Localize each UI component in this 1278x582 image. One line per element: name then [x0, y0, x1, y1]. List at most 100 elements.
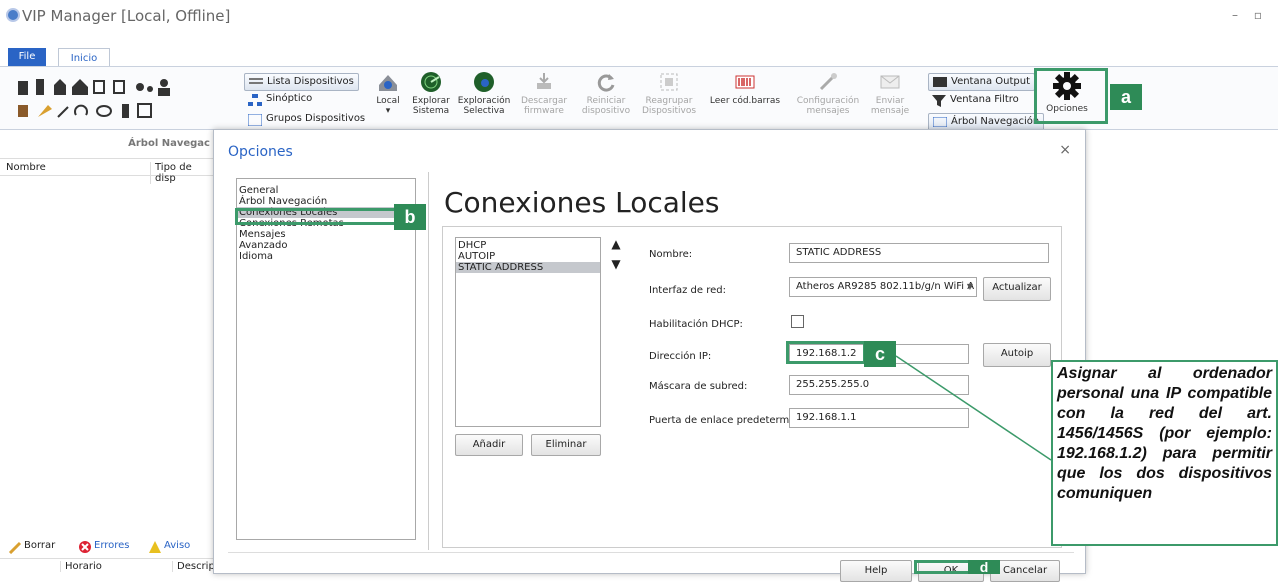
borrar-label: Borrar	[24, 540, 56, 551]
local-dropdown-label: ▾	[385, 106, 391, 116]
sinoptico-icon	[248, 94, 262, 106]
dialog-title: Opciones	[228, 144, 293, 160]
ventana-output-button[interactable]: Ventana Output	[928, 73, 1035, 91]
descargar-firmware-button[interactable]: Descargar firmware	[518, 71, 570, 116]
panel-column-headers: Nombre Tipo de disp	[0, 158, 214, 184]
barcode-icon	[735, 75, 755, 89]
warning-icon	[149, 541, 161, 553]
connection-dhcp[interactable]: DHCP	[456, 240, 600, 251]
selectiva-label: Selectiva	[463, 106, 505, 116]
panel-header: Árbol Navegac	[128, 138, 210, 149]
error-icon	[79, 541, 91, 553]
close-icon[interactable]: ×	[1059, 142, 1071, 158]
ventana-filtro-button[interactable]: Ventana Filtro	[928, 94, 1019, 107]
nombre-label: Nombre:	[649, 249, 693, 260]
grupos-dispositivos-button[interactable]: Grupos Dispositivos	[244, 113, 366, 126]
options-dialog: Opciones × General Árbol Navegación Cone…	[213, 129, 1086, 582]
tab-inicio[interactable]: Inicio	[58, 48, 110, 68]
column-horario[interactable]: Horario	[60, 561, 102, 572]
footer-divider	[228, 552, 1074, 553]
ip-label: Dirección IP:	[649, 351, 712, 362]
sinoptico-button[interactable]: Sinóptico	[244, 93, 312, 106]
regroup-icon	[660, 73, 678, 91]
interfaz-label: Interfaz de red:	[649, 285, 726, 296]
exploracion-selectiva-button[interactable]: Exploración Selectiva	[456, 71, 512, 116]
enviar-mensaje-button[interactable]: Enviar mensaje	[866, 71, 914, 116]
sistema-label: Sistema	[412, 106, 450, 116]
reiniciar-dispositivo-button[interactable]: Reiniciar dispositivo	[580, 71, 632, 116]
navigation-panel: Árbol Navegac Nombre Tipo de disp	[0, 132, 214, 574]
firmware-label: firmware	[524, 106, 564, 116]
ribbon-tabs: File Inicio	[0, 36, 1278, 68]
interfaz-select[interactable]: Atheros AR9285 802.11b/g/n WiFi A ▼	[789, 277, 977, 297]
connections-panel: DHCP AUTOIP STATIC ADDRESS ▲ ▼ Añadir El…	[442, 226, 1062, 548]
callout-c: c	[864, 341, 896, 367]
category-mensajes[interactable]: Mensajes	[237, 229, 415, 240]
mask-field[interactable]: 255.255.255.0	[789, 375, 969, 395]
actualizar-button[interactable]: Actualizar	[983, 277, 1051, 301]
grupos-icon	[248, 114, 262, 126]
cancelar-button[interactable]: Cancelar	[990, 560, 1060, 582]
dialog-divider	[428, 172, 429, 550]
move-down-icon[interactable]: ▼	[609, 257, 623, 271]
tab-file[interactable]: File	[8, 48, 46, 66]
category-arbol-navegacion[interactable]: Árbol Navegación	[237, 196, 415, 207]
filter-icon	[932, 95, 946, 107]
autoip-button[interactable]: Autoip	[983, 343, 1051, 367]
category-general[interactable]: General	[237, 185, 415, 196]
interfaz-value: Atheros AR9285 802.11b/g/n WiFi A	[796, 281, 975, 292]
refresh-icon	[597, 74, 615, 92]
configuracion-mensajes-button[interactable]: Configuración mensajes	[794, 71, 862, 116]
avisos-button[interactable]: Aviso	[148, 540, 190, 553]
tree-icon	[933, 117, 947, 127]
mensaje-label: mensaje	[870, 106, 910, 116]
move-up-icon[interactable]: ▲	[609, 237, 623, 251]
help-button[interactable]: Help	[840, 560, 912, 582]
lista-dispositivos-label: Lista Dispositivos	[267, 76, 354, 87]
device-type-icons[interactable]	[14, 75, 214, 123]
errores-button[interactable]: Errores	[78, 540, 130, 553]
descargar-label: Descargar	[520, 96, 568, 106]
log-column-headers: Horario Descrip	[0, 558, 215, 574]
exploracion-label: Exploración	[457, 96, 511, 106]
dhcp-checkbox[interactable]	[791, 315, 804, 328]
borrar-button[interactable]: Borrar	[8, 540, 56, 554]
column-descripcion[interactable]: Descrip	[172, 561, 215, 572]
chevron-down-icon: ▼	[966, 282, 973, 291]
enviar-label: Enviar	[875, 96, 905, 106]
leer-codigo-barras-label: Leer cód.barras	[709, 96, 781, 106]
list-icon	[249, 78, 263, 84]
explorar-sistema-button[interactable]: Explorar Sistema	[408, 71, 454, 116]
leer-codigo-barras-button[interactable]: Leer cód.barras	[704, 71, 786, 106]
category-idioma[interactable]: Idioma	[237, 251, 415, 262]
broom-icon	[8, 541, 22, 554]
local-button[interactable]: Local ▾	[368, 71, 408, 116]
mensajes-label: mensajes	[806, 106, 850, 116]
chip-download-icon	[537, 73, 551, 89]
gateway-field[interactable]: 192.168.1.1	[789, 408, 969, 428]
highlight-ok	[914, 560, 972, 574]
reagrupar-label: Reagrupar	[645, 96, 693, 106]
mask-label: Máscara de subred:	[649, 381, 748, 392]
highlight-opciones	[1034, 68, 1108, 124]
ventana-filtro-label: Ventana Filtro	[950, 94, 1019, 105]
connection-autoip[interactable]: AUTOIP	[456, 251, 600, 262]
category-avanzado[interactable]: Avanzado	[237, 240, 415, 251]
nombre-field[interactable]: STATIC ADDRESS	[789, 243, 1049, 263]
anadir-button[interactable]: Añadir	[455, 434, 523, 456]
dispositivos-label: Dispositivos	[641, 106, 697, 116]
arbol-navegacion-label: Árbol Navegación	[951, 116, 1040, 127]
connection-static-address[interactable]: STATIC ADDRESS	[456, 262, 600, 273]
ventana-output-label: Ventana Output	[951, 76, 1030, 87]
window-title: VIP Manager [Local, Offline]	[22, 7, 231, 25]
lista-dispositivos-button[interactable]: Lista Dispositivos	[244, 73, 359, 91]
eliminar-button[interactable]: Eliminar	[531, 434, 601, 456]
dhcp-label: Habilitación DHCP:	[649, 319, 743, 330]
column-tipo[interactable]: Tipo de disp	[150, 162, 214, 184]
errores-label: Errores	[94, 540, 130, 551]
reagrupar-dispositivos-button[interactable]: Reagrupar Dispositivos	[640, 71, 698, 116]
title-bar: VIP Manager [Local, Offline] – ▫	[0, 0, 1278, 36]
window-controls[interactable]: – ▫	[1232, 8, 1268, 22]
grupos-dispositivos-label: Grupos Dispositivos	[266, 113, 366, 124]
column-nombre[interactable]: Nombre	[6, 162, 46, 173]
